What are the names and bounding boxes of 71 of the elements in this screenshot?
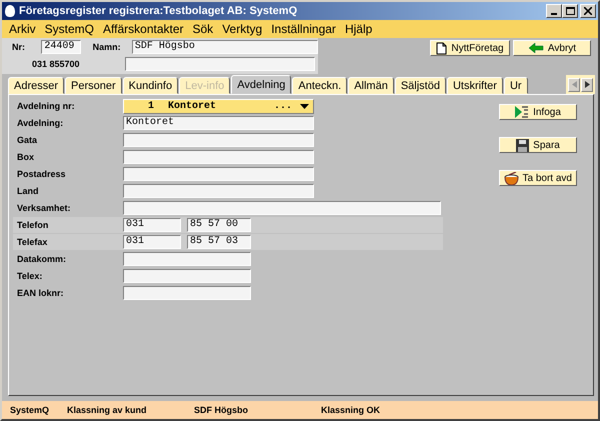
phone-number: 031 855700 [31,59,81,69]
window-title: Företagsregister registrera:Testbolaget AB: SystemQ [19,5,298,17]
field-label: Gata [16,135,38,145]
cancel-button[interactable]: Avbryt [513,40,591,56]
field-label: Telefax [16,237,48,247]
menu-item[interactable]: Affärskontakter [103,22,184,36]
text-field[interactable]: Kontoret [123,116,314,130]
close-icon [584,7,592,15]
name-field[interactable] [125,57,315,71]
tab[interactable]: Kundinfo [122,77,178,94]
tab[interactable]: Adresser [8,77,64,94]
delete-button[interactable]: Ta bort avd [499,170,577,186]
caret-icon [300,104,309,108]
insert-button[interactable]: Infoga [499,104,577,120]
document-icon [436,42,448,54]
save-button[interactable]: Spara [499,137,577,153]
pot-icon [504,172,519,184]
status-text: Klassning OK [321,405,380,415]
text-field[interactable] [123,133,314,147]
text-field[interactable] [123,167,314,181]
minimize-button[interactable] [546,4,562,18]
menu-item[interactable]: Inställningar [271,22,336,36]
maximize-button[interactable] [562,4,578,18]
text-field[interactable] [123,286,251,300]
app-icon [5,5,15,17]
field-label: EAN loknr: [16,288,65,298]
number-field[interactable]: 24409 [41,40,81,54]
maximize-icon [566,7,574,15]
field-label: Avdelning nr: [16,101,76,111]
field-label: Telex: [16,271,44,281]
menu-item[interactable]: Sök [192,22,214,36]
phone-field[interactable]: 85 57 03 [187,235,251,249]
field-label: Box [16,152,36,162]
status-text: Klassning av kund [67,405,148,415]
text-field[interactable] [123,252,251,266]
area-code-field[interactable]: 031 [123,218,181,232]
text-field[interactable] [123,150,314,164]
status-text: SDF Högsbo [194,405,249,415]
tab[interactable]: Utskrifter [446,77,503,94]
tab[interactable]: Anteckn. [292,77,348,94]
tab[interactable]: Säljstöd [394,77,446,94]
field-label: Datakomm: [16,254,68,264]
field-label: Postadress [16,169,67,179]
menu-item[interactable]: Hjälp [344,22,372,36]
menu-item[interactable]: SystemQ [44,22,94,36]
text-field[interactable] [123,201,441,215]
arrow-left-icon [528,42,544,54]
area-code-field[interactable]: 031 [123,235,181,249]
field-label: Land [16,186,40,196]
text-field[interactable] [123,269,251,283]
scroll-right-icon[interactable] [581,78,593,92]
field-label: Telefon [16,220,50,230]
close-button[interactable] [580,4,596,18]
scroll-left-icon[interactable] [568,78,580,92]
tab[interactable]: Ur [504,77,528,94]
tab[interactable]: Allmän [348,77,394,94]
text-field[interactable] [123,184,314,198]
insert-icon [515,105,530,119]
status-text: SystemQ [9,405,50,415]
name-label: Namn: [92,42,122,52]
name-field[interactable]: SDF Högsbo [132,40,318,54]
field-label: Verksamhet: [16,203,72,213]
phone-field[interactable]: 85 57 00 [187,218,251,232]
tab[interactable]: Personer [65,77,122,94]
tab[interactable]: Avdelning [231,75,292,94]
new-company-button[interactable]: NyttFöretag [430,40,510,56]
number-label: Nr: [12,42,26,52]
department-dropdown[interactable]: 1 Kontoret ... [123,98,314,114]
menu-item[interactable]: Arkiv [9,22,36,36]
menu-item[interactable]: Verktyg [222,22,262,36]
field-label: Avdelning: [16,118,64,128]
